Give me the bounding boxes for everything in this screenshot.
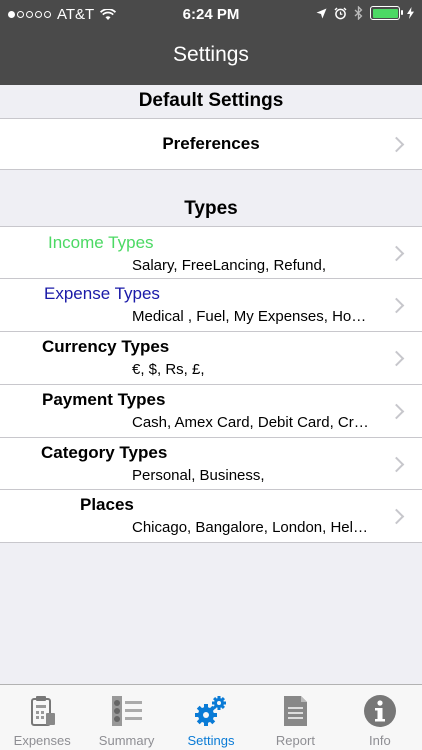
currency-types-detail: €, $, Rs, £,: [132, 361, 205, 378]
places-detail: Chicago, Bangalore, London, Hel…: [132, 519, 368, 536]
category-types-detail: Personal, Business,: [132, 467, 265, 484]
tab-report[interactable]: Report: [253, 685, 337, 750]
currency-types-label: Currency Types: [42, 337, 170, 356]
chevron-right-icon: [388, 403, 405, 420]
tab-info-label: Info: [368, 733, 391, 748]
alarm-clock-icon: [334, 7, 347, 19]
chevron-right-icon: [388, 350, 405, 367]
info-icon: [363, 695, 396, 727]
income-types-row[interactable]: Income Types Salary, FreeLancing, Refund…: [0, 226, 422, 279]
preferences-label: Preferences: [162, 134, 260, 153]
chevron-right-icon: [388, 245, 405, 262]
report-icon: [284, 696, 308, 726]
chevron-right-icon: [388, 456, 405, 473]
settings-gears-icon: [195, 696, 227, 726]
status-bar: AT&T 6:24 PM: [0, 0, 422, 28]
payment-types-label: Payment Types: [42, 390, 166, 409]
income-types-detail: Salary, FreeLancing, Refund,: [132, 257, 326, 274]
charging-bolt-icon: [407, 7, 414, 19]
currency-types-row[interactable]: Currency Types €, $, Rs, £,: [0, 332, 422, 385]
section-header-default-settings: Default Settings: [138, 90, 284, 111]
status-right: [316, 6, 414, 20]
places-label: Places: [80, 495, 134, 514]
tab-summary-label: Summary: [98, 733, 155, 748]
tab-settings-label: Settings: [187, 733, 235, 748]
payment-types-detail: Cash, Amex Card, Debit Card, Cr…: [132, 414, 369, 431]
preferences-row[interactable]: Preferences: [0, 118, 422, 170]
category-types-row[interactable]: Category Types Personal, Business,: [0, 438, 422, 490]
tab-expenses-label: Expenses: [13, 733, 71, 748]
places-row[interactable]: Places Chicago, Bangalore, London, Hel…: [0, 490, 422, 543]
expenses-icon: [31, 696, 56, 726]
tab-report-label: Report: [275, 733, 315, 748]
bluetooth-icon: [354, 6, 363, 20]
expense-types-row[interactable]: Expense Types Medical , Fuel, My Expense…: [0, 279, 422, 332]
expense-types-label: Expense Types: [44, 284, 160, 303]
tab-expenses[interactable]: Expenses: [0, 685, 84, 750]
category-types-label: Category Types: [41, 443, 168, 462]
chevron-right-icon: [388, 297, 405, 314]
section-header-types: Types: [184, 198, 238, 219]
page-title: Settings: [173, 43, 249, 66]
tab-bar: Expenses Summary Settings Report Info: [0, 684, 422, 750]
battery-icon: [370, 6, 403, 20]
tab-settings[interactable]: Settings: [169, 685, 253, 750]
payment-types-row[interactable]: Payment Types Cash, Amex Card, Debit Car…: [0, 385, 422, 438]
tab-info[interactable]: Info: [338, 685, 422, 750]
location-arrow-icon: [316, 8, 327, 18]
chevron-right-icon: [388, 508, 405, 525]
income-types-label: Income Types: [48, 233, 154, 252]
navigation-bar: Settings: [0, 28, 422, 85]
expense-types-detail: Medical , Fuel, My Expenses, Ho…: [132, 308, 367, 325]
summary-icon: [111, 696, 142, 726]
tab-summary[interactable]: Summary: [84, 685, 168, 750]
